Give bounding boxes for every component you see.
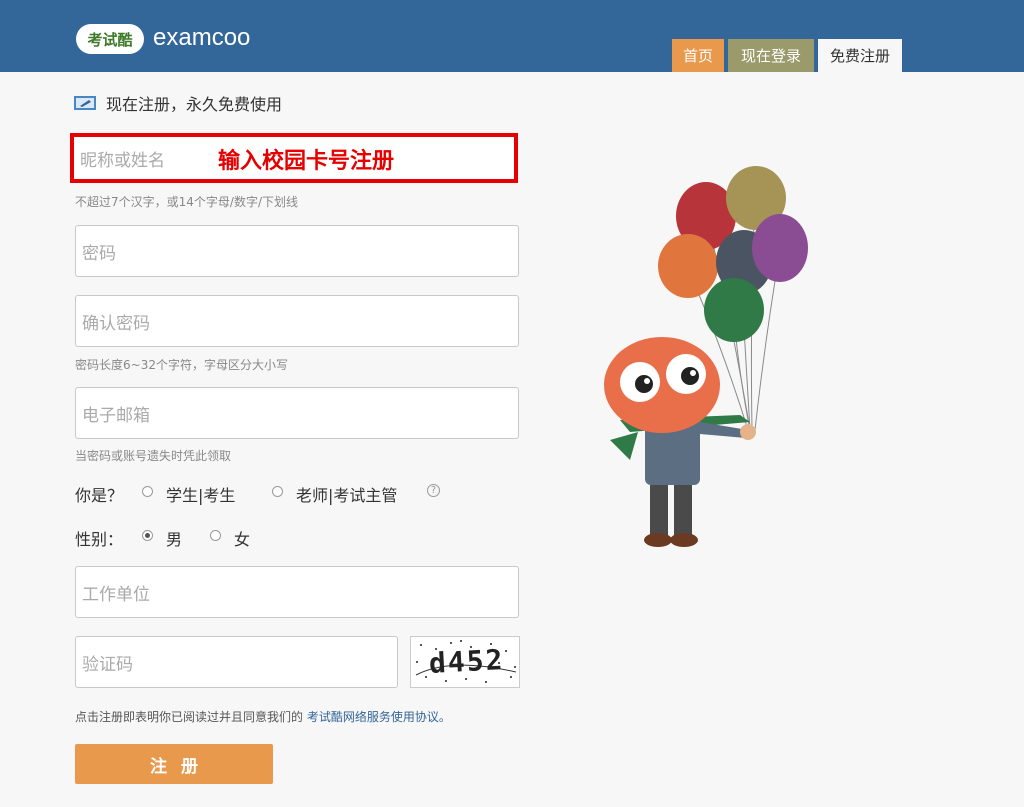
password-hint: 密码长度6~32个字符，字母区分大小写 [75, 358, 288, 372]
balloon-mascot-illustration [604, 166, 808, 547]
captcha-input[interactable]: 验证码 [75, 636, 398, 688]
password-input[interactable]: 密码 [75, 225, 519, 277]
agreement-prefix: 点击注册即表明你已阅读过并且同意我们的 [75, 710, 304, 724]
captcha-image[interactable]: d452 [410, 636, 520, 688]
logo-badge-text: 考试酷 [87, 30, 133, 49]
nickname-hint: 不超过7个汉字，或14个字母/数字/下划线 [75, 195, 298, 209]
form-headline: 现在注册，永久免费使用 [74, 92, 282, 114]
gender-female-radio[interactable] [210, 530, 221, 541]
top-bar: 考试酷 examcoo 首页 现在登录 免费注册 [0, 0, 1024, 72]
annotation-callout: 输入校园卡号注册 [218, 149, 395, 174]
confirm-password-input[interactable]: 确认密码 [75, 295, 519, 347]
form-headline-text: 现在注册，永久免费使用 [106, 95, 283, 114]
logo-badge[interactable]: 考试酷 [76, 24, 144, 54]
email-input[interactable]: 电子邮箱 [75, 387, 519, 439]
captcha-text: d452 [428, 643, 506, 680]
tab-home[interactable]: 首页 [672, 39, 724, 72]
agreement-text: 点击注册即表明你已阅读过并且同意我们的 考试酷网络服务使用协议。 [75, 708, 451, 725]
gender-male-label[interactable]: 男 [166, 526, 182, 550]
role-student-radio[interactable] [142, 486, 153, 497]
role-student-label[interactable]: 学生|考生 [166, 482, 235, 506]
agreement-link[interactable]: 考试酷网络服务使用协议。 [307, 710, 451, 724]
tab-register[interactable]: 免费注册 [818, 39, 902, 72]
gender-label: 性别： [75, 530, 124, 549]
register-button[interactable]: 注册 [75, 744, 273, 784]
edit-form-icon [74, 96, 96, 110]
tab-login[interactable]: 现在登录 [728, 39, 814, 72]
role-teacher-label[interactable]: 老师|考试主管 [296, 482, 397, 506]
email-hint: 当密码或账号遗失时凭此领取 [75, 449, 232, 463]
role-label: 你是？ [75, 486, 124, 505]
gender-female-label[interactable]: 女 [234, 526, 250, 550]
gender-male-radio[interactable] [142, 530, 153, 541]
logo-text[interactable]: examcoo [153, 24, 250, 52]
help-icon[interactable]: ? [427, 484, 440, 497]
role-teacher-radio[interactable] [272, 486, 283, 497]
organization-input[interactable]: 工作单位 [75, 566, 519, 618]
